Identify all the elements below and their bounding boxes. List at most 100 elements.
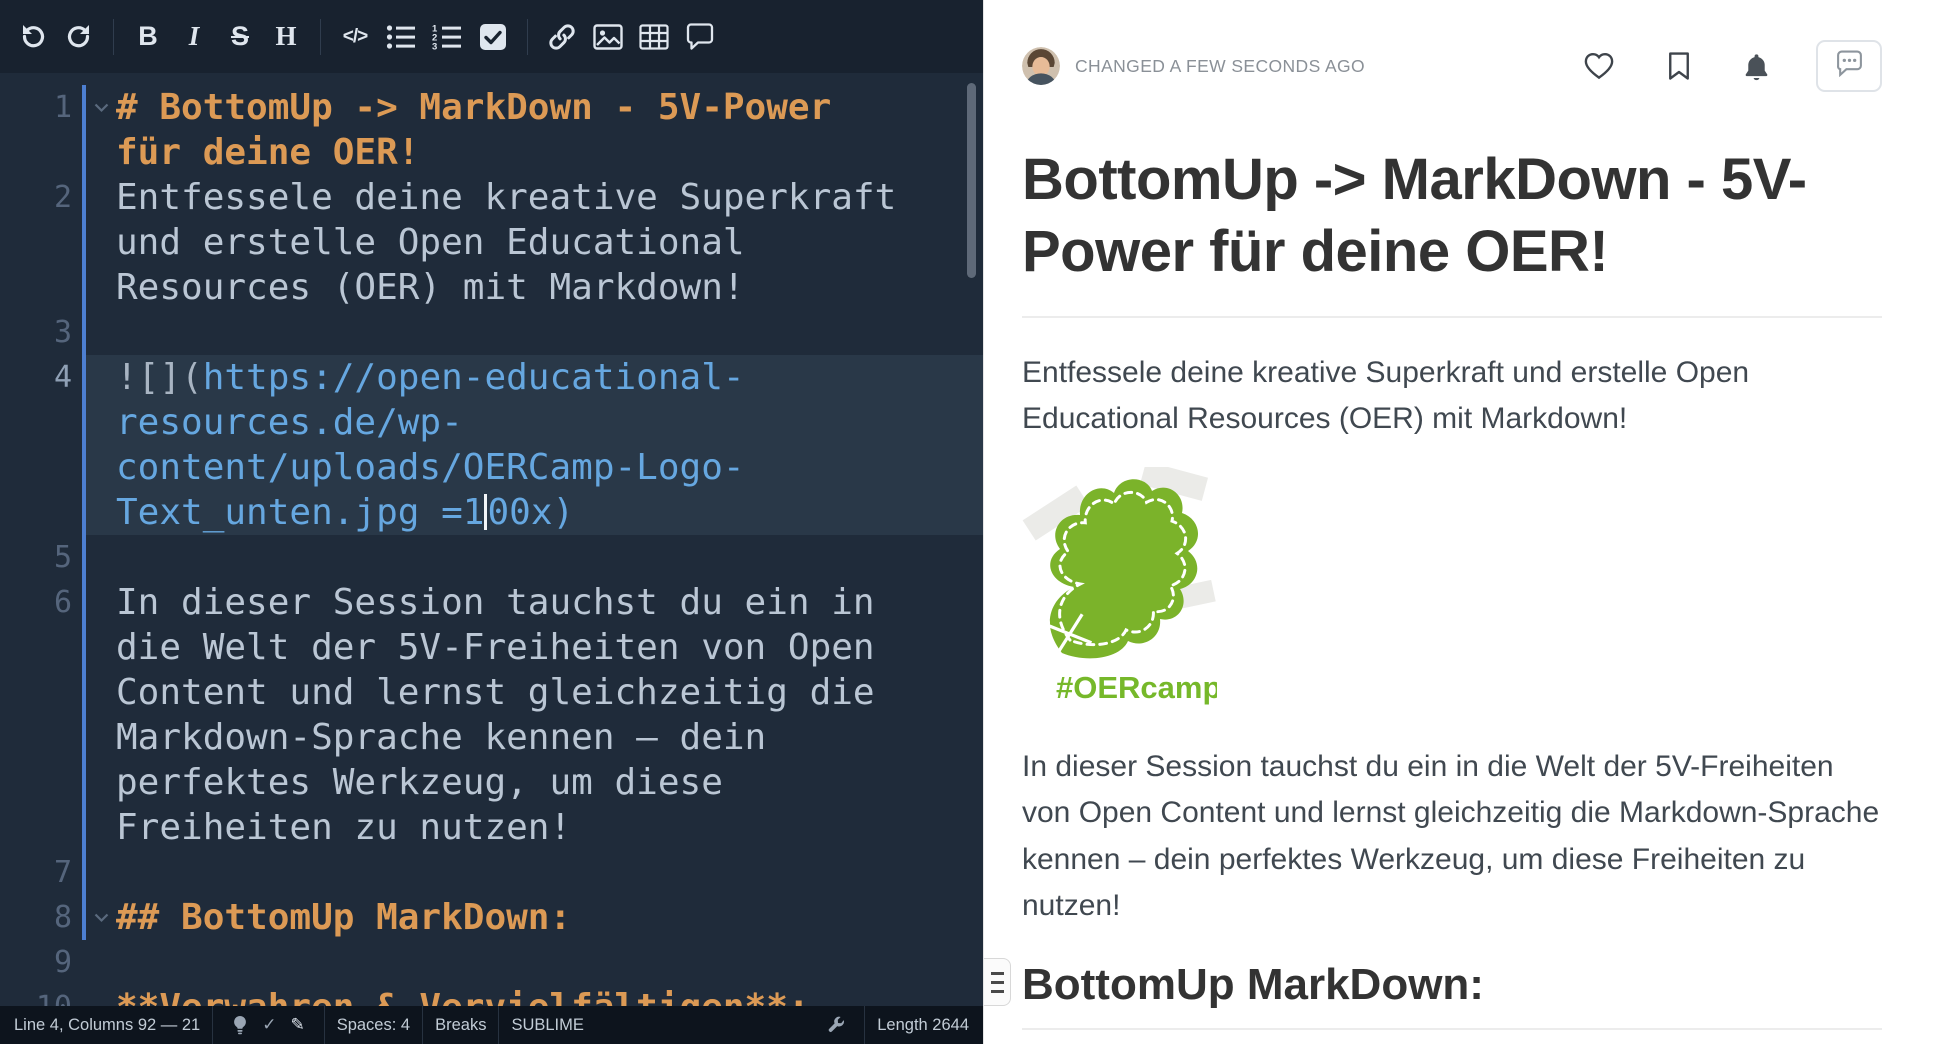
notification-bell-icon[interactable] — [1743, 52, 1770, 81]
note-info-bar: CHANGED A FEW SECONDS AGO — [1022, 0, 1882, 92]
length-indicator: Length 2644 — [877, 1016, 969, 1035]
comment-button[interactable] — [1816, 40, 1882, 92]
bullet-list-icon[interactable] — [378, 14, 424, 60]
fold-gutter — [86, 310, 116, 355]
editor-line-5[interactable]: 5 — [0, 535, 983, 580]
wrench-icon[interactable] — [827, 1016, 845, 1034]
statusbar-separator — [212, 1006, 213, 1044]
editor-body[interactable]: 1 # BottomUp -> MarkDown - 5V-Power für d… — [0, 73, 983, 1006]
fold-gutter — [86, 355, 116, 400]
editor-line-6[interactable]: 6In dieser Session tauchst du ein in die… — [0, 580, 983, 850]
line-content[interactable] — [116, 535, 906, 580]
comment-icon[interactable] — [677, 14, 723, 60]
undo-icon[interactable] — [10, 14, 56, 60]
editor-toolbar: BISH </> 123 — [0, 0, 983, 73]
preview-pane: CHANGED A FEW SECONDS AGO BottomUp -> Ma… — [983, 0, 1938, 1044]
line-content[interactable]: ## BottomUp MarkDown: — [116, 895, 906, 940]
statusbar-separator — [324, 1006, 325, 1044]
bookmark-icon[interactable] — [1667, 51, 1691, 81]
line-number: 5 — [14, 535, 72, 580]
fold-arrow-icon[interactable] — [86, 85, 116, 130]
line-number: 9 — [14, 940, 72, 985]
line-content[interactable]: In dieser Session tauchst du ein in die … — [116, 580, 906, 850]
fold-arrow-icon[interactable] — [86, 895, 116, 940]
note-paragraph-1: Entfessele deine kreative Superkraft und… — [1022, 350, 1882, 443]
oercamp-wordmark: #OERcamp — [1056, 670, 1217, 705]
fold-gutter — [86, 580, 116, 625]
table-icon[interactable] — [631, 14, 677, 60]
code-segment: resources.de/wp- — [116, 402, 463, 443]
last-changed-label: CHANGED A FEW SECONDS AGO — [1075, 56, 1365, 77]
toolbar-separator — [320, 19, 321, 55]
line-content[interactable]: Entfessele deine kreative Superkraft und… — [116, 175, 906, 310]
code-segment: 00x) — [487, 492, 574, 533]
italic-icon[interactable]: I — [171, 14, 217, 60]
editor-line-8[interactable]: 8 ## BottomUp MarkDown: — [0, 895, 983, 940]
toc-toggle-handle[interactable] — [984, 958, 1011, 1006]
code-segment: ## BottomUp MarkDown: — [116, 897, 571, 938]
spellcheck-check-icon[interactable]: ✓ — [262, 1015, 276, 1035]
editor-line-3[interactable]: 3 — [0, 310, 983, 355]
code-segment: https://open-educational- — [203, 357, 745, 398]
code-icon[interactable]: </> — [332, 14, 378, 60]
editor-pane: BISH </> 123 1 # BottomUp -> MarkDown - 5V-… — [0, 0, 983, 1044]
link-icon[interactable] — [539, 14, 585, 60]
editor-statusbar: Line 4, Columns 92 — 21 ✓ ✎ Spaces: 4 Br… — [0, 1006, 983, 1044]
like-heart-icon[interactable] — [1583, 51, 1615, 81]
line-number: 2 — [14, 175, 72, 310]
fold-gutter — [86, 175, 116, 220]
code-segment: content/uploads/OERCamp-Logo- — [116, 447, 745, 488]
line-number: 7 — [14, 850, 72, 895]
editor-line-10[interactable]: 10 **Verwahren & Vervielfältigen**: — [0, 985, 983, 1006]
editor-line-1[interactable]: 1 # BottomUp -> MarkDown - 5V-Power für d… — [0, 85, 983, 175]
line-number: 4 — [14, 355, 72, 535]
editor-lines: 1 # BottomUp -> MarkDown - 5V-Power für d… — [0, 85, 983, 1006]
line-number: 1 — [14, 85, 72, 175]
pencil-icon[interactable]: ✎ — [290, 1015, 304, 1035]
fold-gutter — [86, 985, 116, 1006]
note-heading-2: BottomUp MarkDown: — [1022, 960, 1882, 1030]
code-segment: ![]( — [116, 357, 203, 398]
editor-line-9[interactable]: 9 — [0, 940, 983, 985]
lightbulb-icon[interactable] — [232, 1015, 248, 1035]
oercamp-logo: #OERcamp — [1022, 467, 1882, 712]
note-paragraph-2: In dieser Session tauchst du ein in die … — [1022, 744, 1882, 930]
statusbar-separator — [422, 1006, 423, 1044]
bold-icon[interactable]: B — [125, 14, 171, 60]
strikethrough-icon[interactable]: S — [217, 14, 263, 60]
editor-line-7[interactable]: 7 — [0, 850, 983, 895]
numbered-list-icon[interactable]: 123 — [424, 14, 470, 60]
fold-gutter — [86, 535, 116, 580]
cursor-position-label: Line 4, Columns 92 — 21 — [14, 1016, 200, 1035]
statusbar-separator — [864, 1006, 865, 1044]
author-avatar[interactable] — [1022, 47, 1060, 85]
image-icon[interactable] — [585, 14, 631, 60]
editor-line-4[interactable]: 4![](https://open-educational-resources.… — [0, 355, 983, 535]
line-number: 8 — [14, 895, 72, 940]
checklist-icon[interactable] — [470, 14, 516, 60]
editor-scrollbar[interactable] — [967, 83, 976, 278]
line-content[interactable]: ![](https://open-educational-resources.d… — [116, 355, 906, 535]
breaks-indicator[interactable]: Breaks — [435, 1016, 486, 1035]
fold-gutter — [86, 850, 116, 895]
code-segment: In dieser Session tauchst du ein in die … — [116, 582, 896, 848]
toolbar-separator — [113, 19, 114, 55]
line-content[interactable] — [116, 310, 906, 355]
line-number: 10 — [14, 985, 72, 1006]
preview-content: CHANGED A FEW SECONDS AGO BottomUp -> Ma… — [984, 0, 1938, 1030]
code-segment: Entfessele deine kreative Superkraft und… — [116, 177, 918, 308]
line-content[interactable]: **Verwahren & Vervielfältigen**: — [116, 985, 906, 1006]
heading-icon[interactable]: H — [263, 14, 309, 60]
line-content[interactable]: # BottomUp -> MarkDown - 5V-Power für de… — [116, 85, 906, 175]
toolbar-separator — [527, 19, 528, 55]
line-number: 6 — [14, 580, 72, 850]
editor-line-2[interactable]: 2 Entfessele deine kreative Superkraft un… — [0, 175, 983, 310]
code-segment: **Verwahren & Vervielfältigen**: — [116, 987, 810, 1006]
code-segment: Text_unten.jpg =1 — [116, 492, 484, 533]
line-content[interactable] — [116, 940, 906, 985]
spaces-indicator[interactable]: Spaces: 4 — [337, 1016, 410, 1035]
keymap-indicator[interactable]: SUBLIME — [511, 1016, 583, 1035]
line-content[interactable] — [116, 850, 906, 895]
note-title: BottomUp -> MarkDown - 5V-Power für dein… — [1022, 144, 1882, 318]
redo-icon[interactable] — [56, 14, 102, 60]
